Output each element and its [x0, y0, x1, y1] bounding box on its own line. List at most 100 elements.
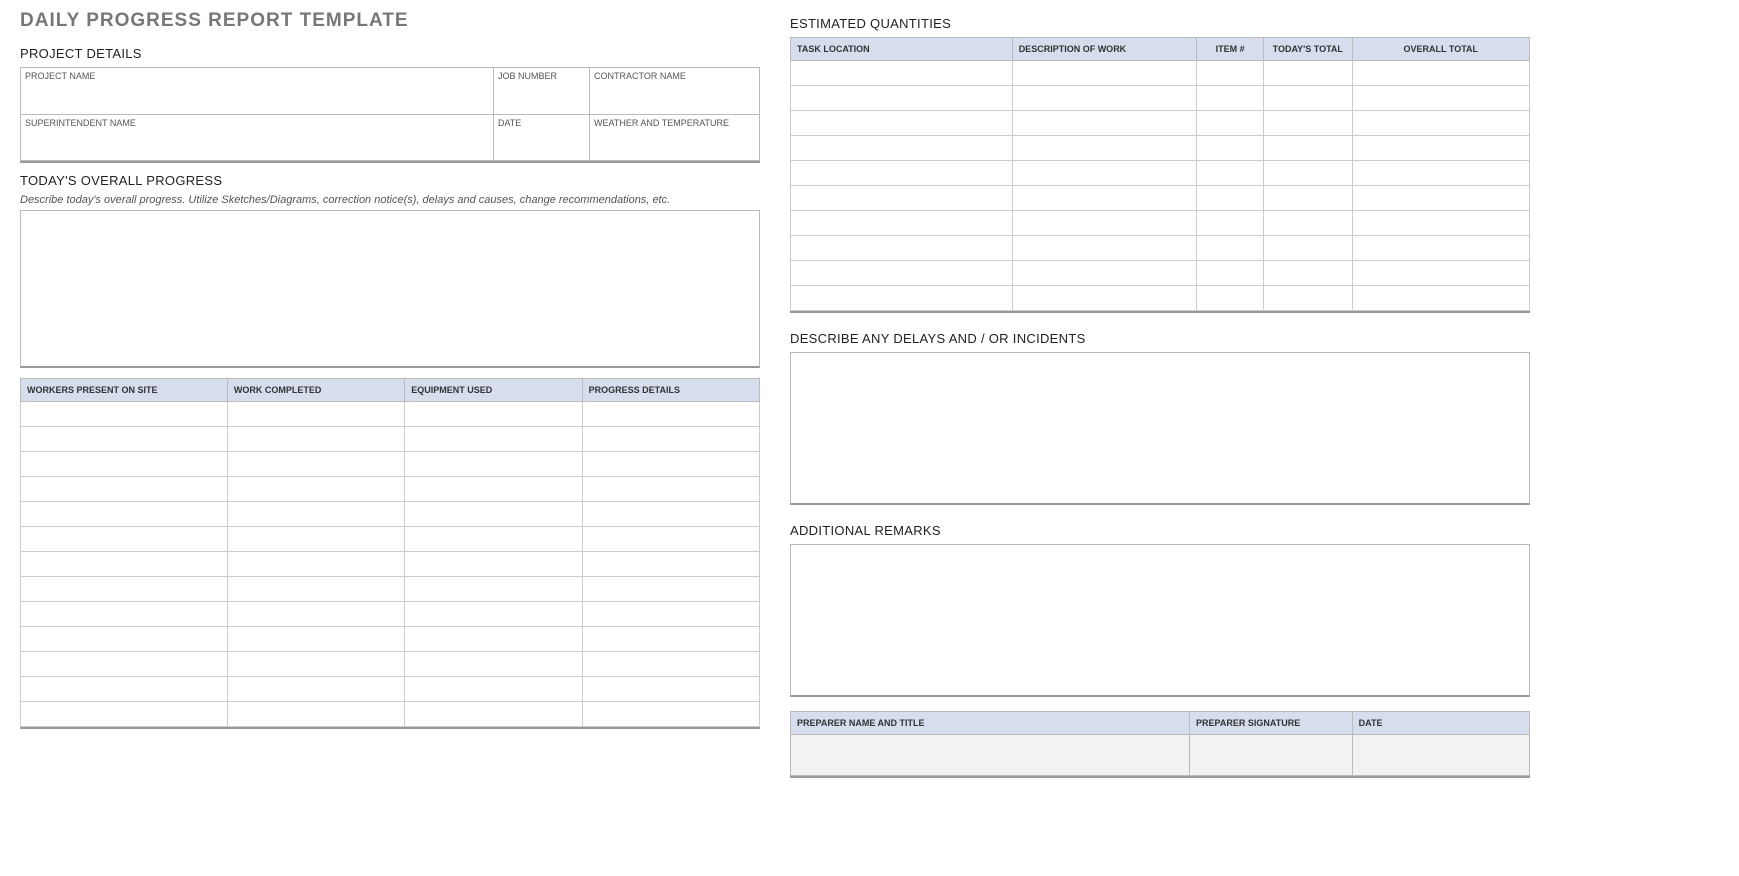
progress-details-input[interactable] — [583, 702, 759, 726]
preparer-name-input[interactable] — [791, 735, 1189, 775]
eq-today-input[interactable] — [1264, 286, 1352, 310]
progress-workers-input[interactable] — [21, 602, 227, 626]
progress-equipment-input[interactable] — [405, 577, 581, 601]
remarks-input[interactable] — [791, 545, 1529, 695]
preparer-date-input[interactable] — [1353, 735, 1529, 775]
progress-workers-input[interactable] — [21, 577, 227, 601]
eq-description-input[interactable] — [1013, 261, 1197, 285]
eq-location-input[interactable] — [791, 186, 1012, 210]
eq-item-input[interactable] — [1197, 236, 1263, 260]
progress-equipment-input[interactable] — [405, 527, 581, 551]
progress-workers-input[interactable] — [21, 502, 227, 526]
progress-equipment-input[interactable] — [405, 427, 581, 451]
progress-details-input[interactable] — [583, 677, 759, 701]
eq-item-input[interactable] — [1197, 86, 1263, 110]
progress-workers-input[interactable] — [21, 677, 227, 701]
eq-location-input[interactable] — [791, 161, 1012, 185]
progress-completed-input[interactable] — [228, 502, 404, 526]
progress-completed-input[interactable] — [228, 677, 404, 701]
job-number-input[interactable] — [494, 82, 589, 114]
eq-today-input[interactable] — [1264, 86, 1352, 110]
eq-description-input[interactable] — [1013, 111, 1197, 135]
eq-overall-input[interactable] — [1353, 286, 1529, 310]
eq-description-input[interactable] — [1013, 61, 1197, 85]
date-input[interactable] — [494, 129, 589, 161]
project-name-input[interactable] — [21, 82, 493, 114]
eq-overall-input[interactable] — [1353, 86, 1529, 110]
progress-equipment-input[interactable] — [405, 552, 581, 576]
progress-completed-input[interactable] — [228, 577, 404, 601]
eq-description-input[interactable] — [1013, 211, 1197, 235]
eq-today-input[interactable] — [1264, 261, 1352, 285]
progress-completed-input[interactable] — [228, 477, 404, 501]
progress-details-input[interactable] — [583, 427, 759, 451]
eq-today-input[interactable] — [1264, 236, 1352, 260]
eq-location-input[interactable] — [791, 261, 1012, 285]
eq-item-input[interactable] — [1197, 211, 1263, 235]
delays-input[interactable] — [791, 353, 1529, 503]
eq-overall-input[interactable] — [1353, 136, 1529, 160]
progress-completed-input[interactable] — [228, 402, 404, 426]
progress-workers-input[interactable] — [21, 477, 227, 501]
eq-overall-input[interactable] — [1353, 211, 1529, 235]
eq-overall-input[interactable] — [1353, 161, 1529, 185]
preparer-signature-input[interactable] — [1190, 735, 1352, 775]
eq-overall-input[interactable] — [1353, 236, 1529, 260]
progress-completed-input[interactable] — [228, 702, 404, 726]
eq-item-input[interactable] — [1197, 261, 1263, 285]
progress-workers-input[interactable] — [21, 552, 227, 576]
eq-description-input[interactable] — [1013, 186, 1197, 210]
progress-details-input[interactable] — [583, 552, 759, 576]
eq-location-input[interactable] — [791, 236, 1012, 260]
eq-item-input[interactable] — [1197, 161, 1263, 185]
progress-completed-input[interactable] — [228, 602, 404, 626]
progress-equipment-input[interactable] — [405, 627, 581, 651]
progress-workers-input[interactable] — [21, 527, 227, 551]
progress-details-input[interactable] — [583, 652, 759, 676]
eq-description-input[interactable] — [1013, 161, 1197, 185]
progress-workers-input[interactable] — [21, 402, 227, 426]
progress-details-input[interactable] — [583, 502, 759, 526]
progress-details-input[interactable] — [583, 527, 759, 551]
eq-today-input[interactable] — [1264, 211, 1352, 235]
eq-location-input[interactable] — [791, 111, 1012, 135]
progress-completed-input[interactable] — [228, 452, 404, 476]
eq-description-input[interactable] — [1013, 286, 1197, 310]
eq-today-input[interactable] — [1264, 161, 1352, 185]
progress-workers-input[interactable] — [21, 652, 227, 676]
progress-workers-input[interactable] — [21, 627, 227, 651]
progress-details-input[interactable] — [583, 627, 759, 651]
eq-item-input[interactable] — [1197, 136, 1263, 160]
progress-equipment-input[interactable] — [405, 477, 581, 501]
weather-input[interactable] — [590, 129, 759, 161]
eq-location-input[interactable] — [791, 136, 1012, 160]
progress-workers-input[interactable] — [21, 452, 227, 476]
eq-item-input[interactable] — [1197, 286, 1263, 310]
progress-completed-input[interactable] — [228, 427, 404, 451]
eq-today-input[interactable] — [1264, 111, 1352, 135]
eq-location-input[interactable] — [791, 61, 1012, 85]
eq-description-input[interactable] — [1013, 136, 1197, 160]
progress-completed-input[interactable] — [228, 527, 404, 551]
superintendent-name-input[interactable] — [21, 129, 493, 161]
progress-details-input[interactable] — [583, 452, 759, 476]
eq-overall-input[interactable] — [1353, 61, 1529, 85]
eq-today-input[interactable] — [1264, 136, 1352, 160]
eq-description-input[interactable] — [1013, 86, 1197, 110]
eq-overall-input[interactable] — [1353, 261, 1529, 285]
progress-equipment-input[interactable] — [405, 677, 581, 701]
progress-details-input[interactable] — [583, 402, 759, 426]
progress-details-input[interactable] — [583, 477, 759, 501]
eq-today-input[interactable] — [1264, 186, 1352, 210]
eq-location-input[interactable] — [791, 86, 1012, 110]
eq-overall-input[interactable] — [1353, 111, 1529, 135]
eq-today-input[interactable] — [1264, 61, 1352, 85]
progress-details-input[interactable] — [583, 602, 759, 626]
progress-equipment-input[interactable] — [405, 702, 581, 726]
overall-progress-input[interactable] — [21, 211, 759, 366]
eq-location-input[interactable] — [791, 211, 1012, 235]
progress-equipment-input[interactable] — [405, 402, 581, 426]
progress-equipment-input[interactable] — [405, 652, 581, 676]
eq-item-input[interactable] — [1197, 61, 1263, 85]
eq-location-input[interactable] — [791, 286, 1012, 310]
